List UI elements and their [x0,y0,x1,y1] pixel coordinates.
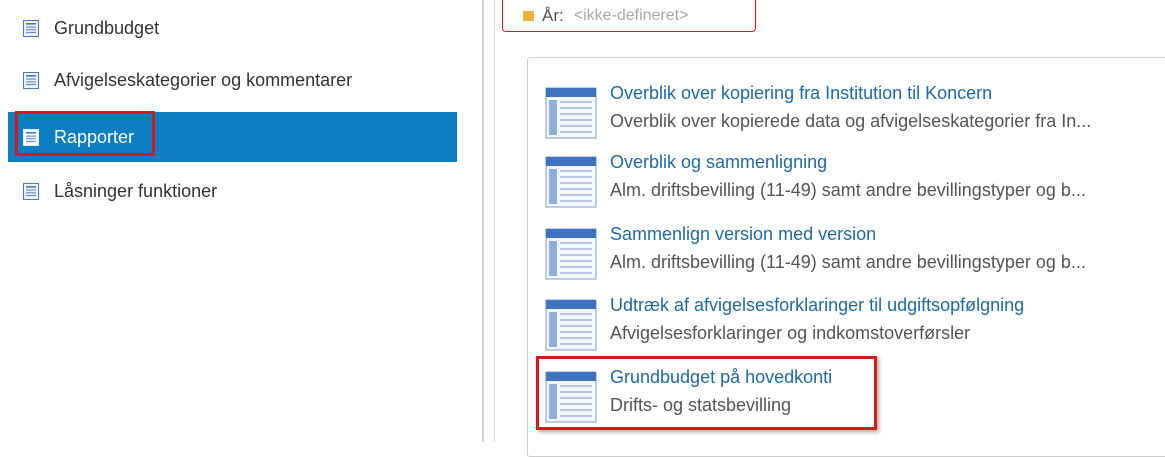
report-description: Alm. driftsbevilling (11-49) samt andre … [610,180,1086,200]
panel-divider [494,0,495,442]
nav-item-laasninger[interactable]: Låsninger funktioner [8,166,457,216]
report-icon [545,228,597,280]
document-icon [23,182,39,200]
left-navigation: Grundbudget Afvigelseskategorier og komm… [0,0,457,442]
year-label: År: [542,6,564,25]
report-description: Drifts- og statsbevilling [610,395,792,415]
document-icon [23,71,39,89]
nav-item-grundbudget[interactable]: Grundbudget [8,3,457,53]
report-description: Overblik over kopierede data og afvigels… [610,111,1092,131]
report-icon [545,156,597,208]
year-field[interactable]: År: <ikke-defineret> [502,0,756,32]
report-title[interactable]: Overblik over kopiering fra Institution … [610,82,1165,104]
nav-item-label: Rapporter [54,126,135,147]
report-item[interactable]: Overblik over kopiering fra Institution … [545,82,1165,142]
pane-splitter[interactable] [482,0,484,442]
nav-item-label: Afvigelseskategorier og kommentarer [54,69,353,90]
calendar-icon [523,11,534,21]
report-item[interactable]: Overblik og sammenligning Alm. driftsbev… [545,151,1165,211]
document-icon [23,19,39,37]
document-icon [23,128,39,146]
report-title[interactable]: Sammenlign version med version [610,223,1165,245]
report-title[interactable]: Grundbudget på hovedkonti [610,366,1165,388]
report-title[interactable]: Overblik og sammenligning [610,151,1165,173]
nav-item-afvigelseskategorier[interactable]: Afvigelseskategorier og kommentarer [8,55,457,105]
report-description: Afvigelsesforklaringer og indkomstoverfø… [610,323,971,343]
report-icon [545,299,597,351]
report-item[interactable]: Udtræk af afvigelsesforklaringer til udg… [545,294,1165,354]
nav-item-label: Grundbudget [54,17,160,38]
report-description: Alm. driftsbevilling (11-49) samt andre … [610,252,1086,272]
nav-item-label: Låsninger funktioner [54,180,218,201]
report-item[interactable]: Sammenlign version med version Alm. drif… [545,223,1165,283]
report-title[interactable]: Udtræk af afvigelsesforklaringer til udg… [610,294,1165,316]
nav-item-rapporter[interactable]: Rapporter [8,112,457,162]
report-icon [545,87,597,139]
year-value: <ikke-defineret> [573,7,689,24]
report-item[interactable]: Grundbudget på hovedkonti Drifts- og sta… [545,366,1165,426]
report-icon [545,371,597,423]
